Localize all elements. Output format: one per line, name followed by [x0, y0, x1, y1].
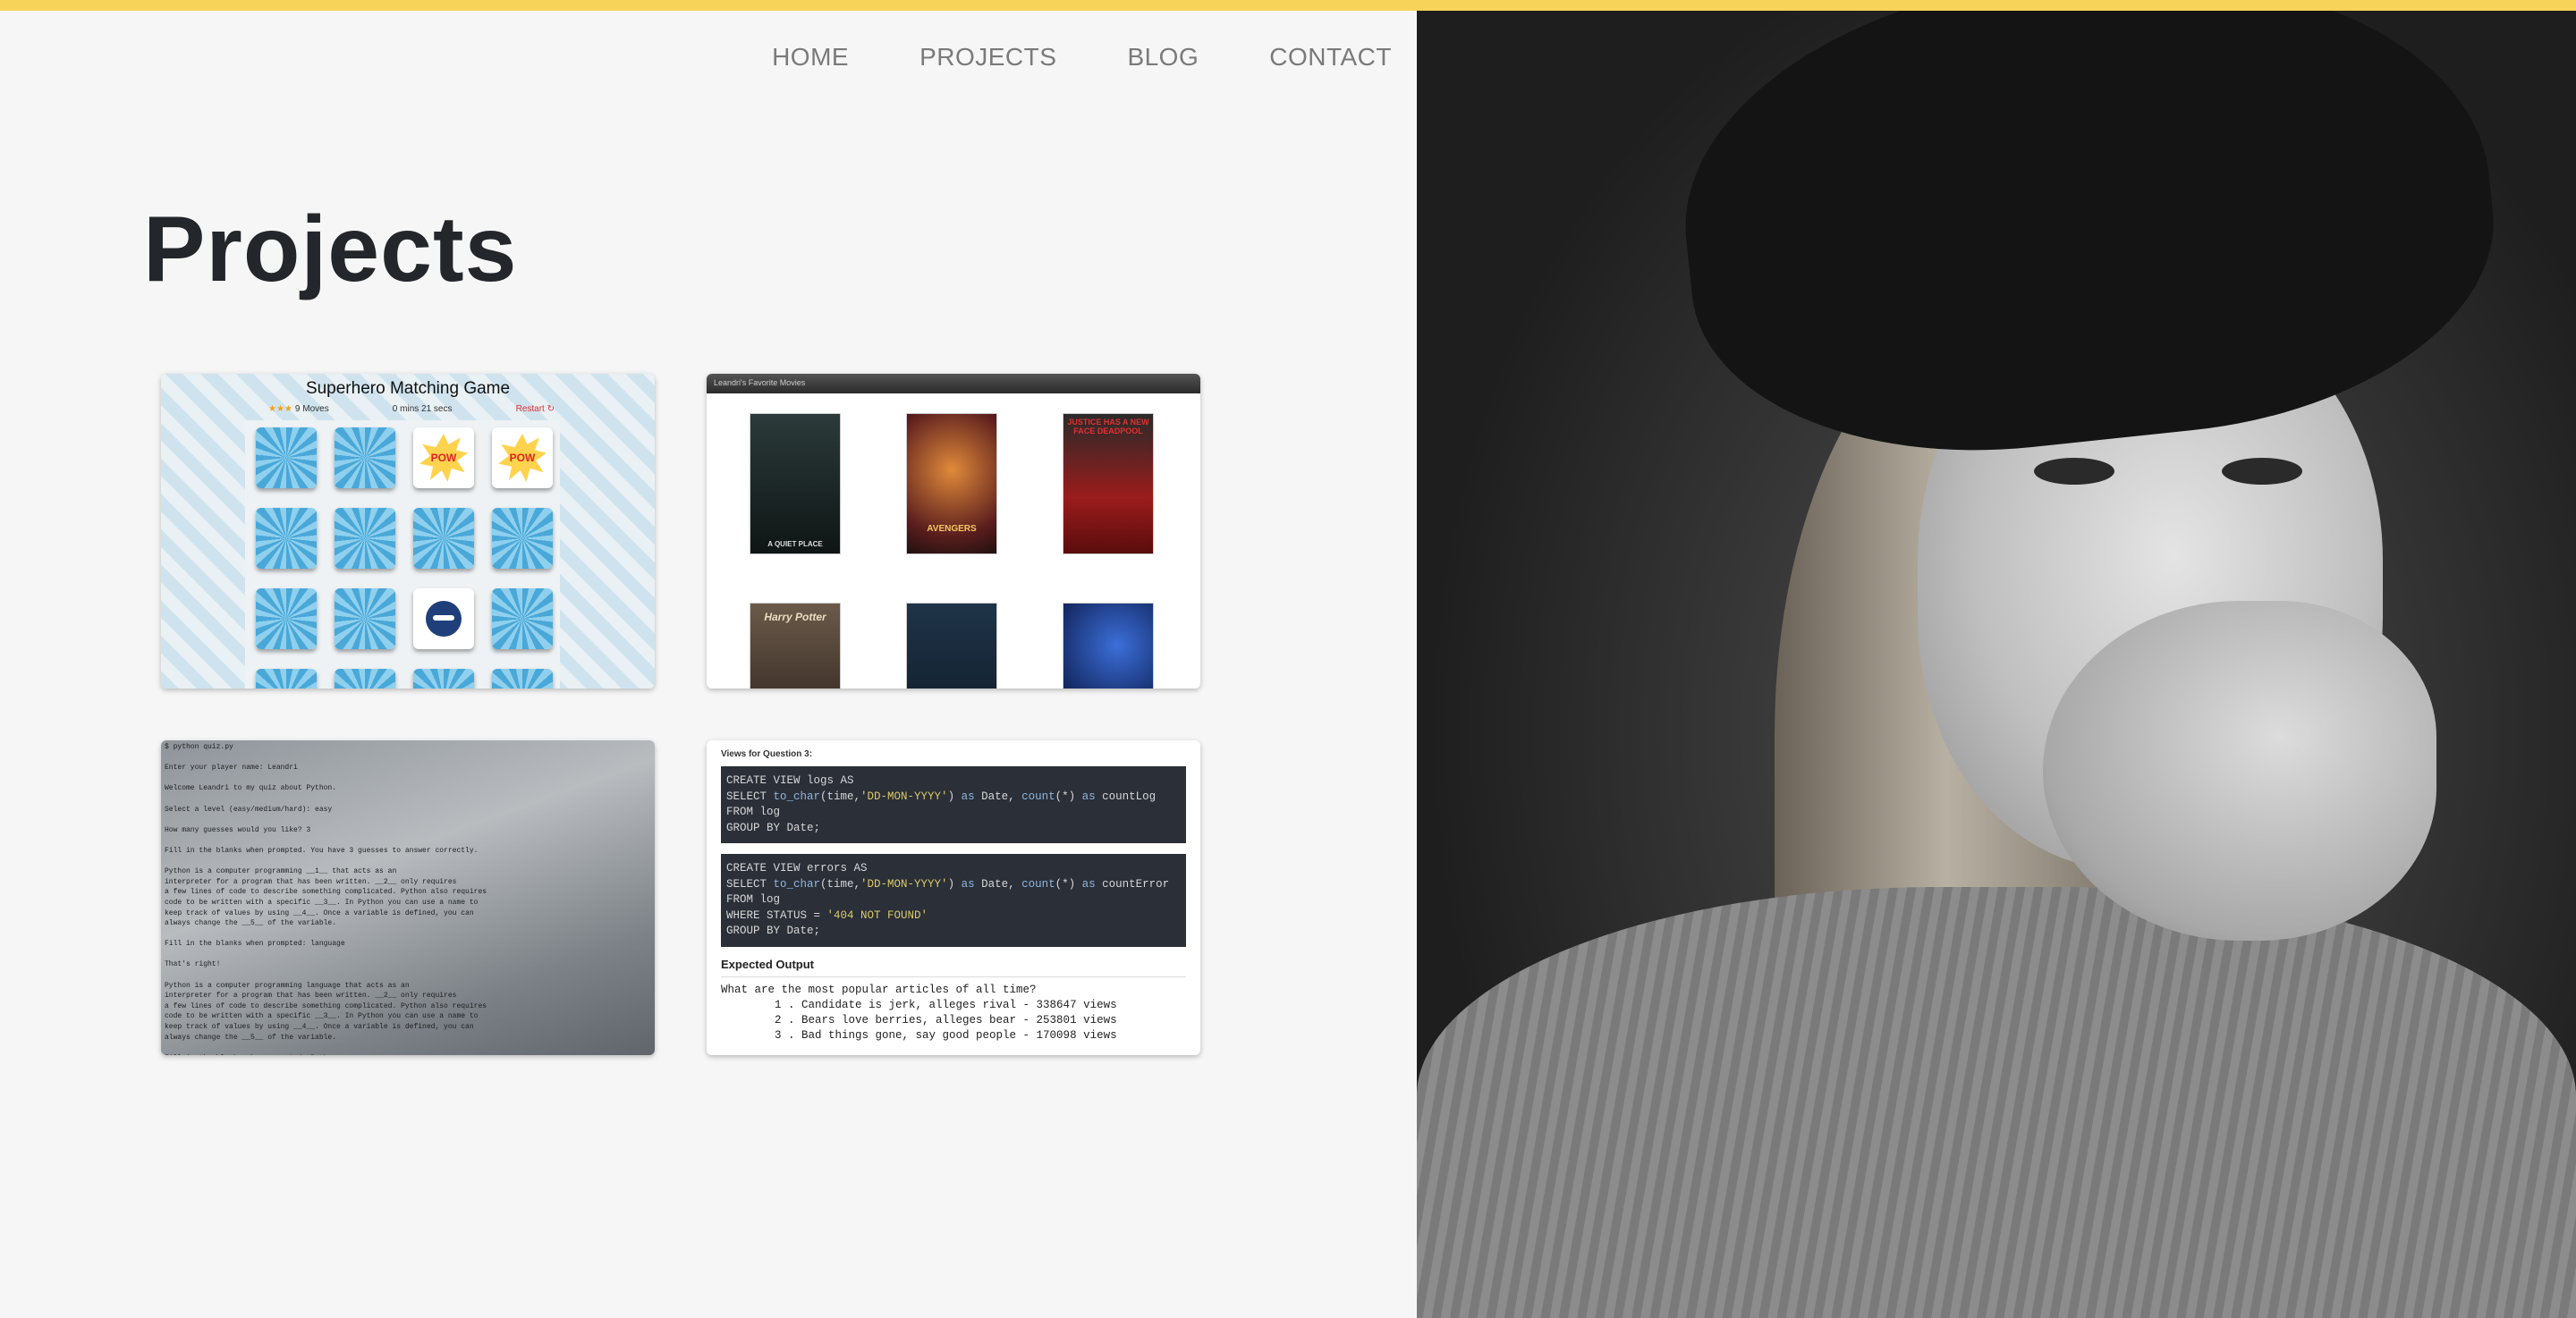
nav-home[interactable]: HOME	[772, 43, 849, 72]
card-tile[interactable]	[335, 508, 395, 569]
main-nav: HOME PROJECTS BLOG CONTACT	[772, 43, 1392, 72]
page-title: Projects	[143, 198, 518, 301]
nav-contact[interactable]: CONTACT	[1269, 43, 1392, 72]
photo-hand	[2043, 601, 2436, 941]
movies-header: Leandri's Favorite Movies	[707, 374, 1200, 393]
movie-poster[interactable]	[1063, 603, 1154, 689]
nav-projects[interactable]: PROJECTS	[919, 43, 1056, 72]
views-title: Views for Question 3:	[721, 749, 813, 759]
sql-code-block-errors: CREATE VIEW errors AS SELECT to_char(tim…	[721, 854, 1186, 947]
card-tile[interactable]	[256, 508, 317, 569]
game-title: Superhero Matching Game	[305, 379, 511, 398]
sql-code-block-logs: CREATE VIEW logs AS SELECT to_char(time,…	[721, 766, 1186, 843]
content-pane: HOME PROJECTS BLOG CONTACT Projects Supe…	[0, 11, 1417, 1318]
card-tile[interactable]	[413, 508, 474, 569]
card-tile-hero[interactable]	[413, 588, 474, 649]
card-tile[interactable]	[256, 669, 317, 689]
movie-poster[interactable]: Harry Potter	[750, 603, 841, 689]
pow-icon: POW	[498, 434, 547, 482]
superhero-mask-icon	[426, 601, 462, 637]
card-tile[interactable]	[256, 427, 317, 488]
card-tile[interactable]	[256, 588, 317, 649]
project-card-matching-game[interactable]: Superhero Matching Game ★★★ 9 Moves 0 min…	[161, 374, 655, 689]
star-rating-icon: ★★★	[268, 404, 292, 414]
game-stats: ★★★ 9 Moves 0 mins 21 secs Restart ↻	[268, 404, 555, 414]
pow-icon: POW	[419, 434, 468, 482]
photo-sweater	[1417, 887, 2576, 1318]
terminal-output: $ python quiz.py Enter your player name:…	[165, 743, 487, 1055]
card-tile-pow[interactable]: POW	[413, 427, 474, 488]
game-timer: 0 mins 21 secs	[392, 404, 453, 414]
photo-hat	[1663, 11, 2512, 481]
card-tile[interactable]	[335, 588, 395, 649]
nav-blog[interactable]: BLOG	[1127, 43, 1199, 72]
card-tile-pow[interactable]: POW	[492, 427, 553, 488]
project-card-python-quiz[interactable]: $ python quiz.py Enter your player name:…	[161, 740, 655, 1055]
project-card-movies[interactable]: Leandri's Favorite Movies A QUIET PLACE …	[707, 374, 1200, 689]
expected-output-text: What are the most popular articles of al…	[721, 983, 1117, 1042]
game-moves: 9 Moves	[294, 404, 329, 414]
card-tile[interactable]	[492, 669, 553, 689]
card-tile[interactable]	[492, 588, 553, 649]
card-tile[interactable]	[413, 669, 474, 689]
card-tile[interactable]	[492, 508, 553, 569]
movie-poster[interactable]: AVENGERS	[906, 413, 997, 554]
restart-label: Restart	[515, 404, 545, 414]
project-card-log-analysis[interactable]: Views for Question 3: CREATE VIEW logs A…	[707, 740, 1200, 1055]
movie-poster[interactable]: A QUIET PLACE	[750, 413, 841, 554]
photo-eye-left	[2034, 458, 2114, 485]
expected-output-title: Expected Output	[721, 958, 1186, 977]
card-tile[interactable]	[335, 427, 395, 488]
restart-icon: ↻	[547, 404, 555, 414]
top-accent-bar	[0, 0, 2576, 11]
movie-poster[interactable]: JUSTICE HAS A NEW FACE DEADPOOL	[1063, 413, 1154, 554]
game-board: POW POW	[245, 420, 560, 689]
portrait-photo	[1417, 11, 2576, 1318]
movie-poster[interactable]	[906, 603, 997, 689]
card-tile[interactable]	[335, 669, 395, 689]
photo-eye-right	[2222, 458, 2302, 485]
